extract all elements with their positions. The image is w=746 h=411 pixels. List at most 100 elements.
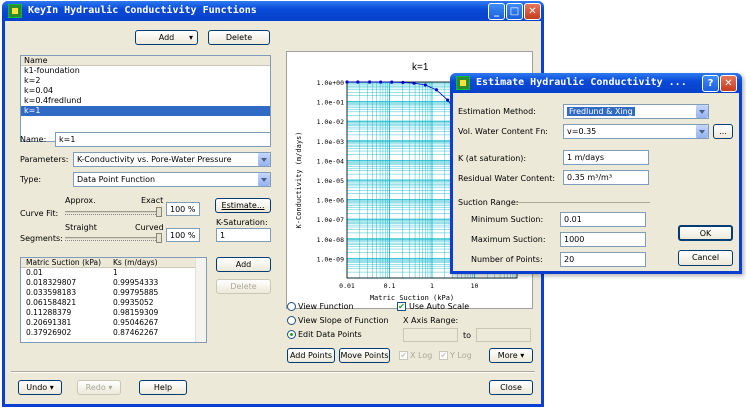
data-points-table[interactable]: Matric Suction (kPa) Ks (m/days) 0.01 1 0.…: [20, 257, 207, 343]
name-field[interactable]: k=1: [55, 132, 271, 147]
cell-suction[interactable]: 0.033598183: [26, 288, 76, 298]
undo-button[interactable]: Undo ▾: [18, 380, 62, 395]
data-point[interactable]: [423, 83, 427, 87]
delete-point-button[interactable]: Delete: [216, 279, 271, 294]
curve-fit-thumb[interactable]: [156, 207, 162, 217]
list-item[interactable]: k=1: [21, 106, 270, 116]
cell-ks[interactable]: 0.99795885: [113, 288, 158, 298]
cell-ks[interactable]: 0.87462267: [113, 328, 158, 338]
cell-suction[interactable]: 0.061584821: [26, 298, 76, 308]
cell-ks[interactable]: 1: [113, 268, 118, 278]
residual-field[interactable]: 0.35 m³/m³: [563, 170, 649, 185]
segments-slider[interactable]: [65, 233, 162, 243]
cell-suction[interactable]: 0.018329807: [26, 278, 76, 288]
x-log-checkbox[interactable]: ✔: [399, 351, 408, 360]
type-select[interactable]: Data Point Function: [73, 172, 271, 187]
dialog-icon: [456, 76, 470, 90]
list-item[interactable]: k=0.4fredlund: [21, 96, 270, 106]
chevron-down-icon[interactable]: [695, 105, 708, 118]
vwc-select[interactable]: v=0.35: [563, 124, 709, 139]
delete-function-button[interactable]: Delete: [208, 30, 270, 45]
cell-ks[interactable]: 0.9935052: [113, 298, 154, 308]
chevron-down-icon[interactable]: [257, 153, 270, 166]
chevron-down-icon[interactable]: [257, 173, 270, 186]
cell-suction[interactable]: 0.11288379: [26, 308, 71, 318]
cell-suction[interactable]: 0.01: [26, 268, 43, 278]
close-window-button[interactable]: ✕: [524, 3, 541, 20]
add-function-button[interactable]: Add ▾: [135, 30, 198, 45]
ok-button[interactable]: OK: [678, 225, 733, 241]
auto-scale-checkbox[interactable]: ✔: [397, 302, 406, 311]
cell-suction[interactable]: 0.20691381: [26, 318, 71, 328]
add-points-button[interactable]: Add Points: [287, 348, 335, 363]
table-row[interactable]: 0.37926902 0.87462267: [21, 328, 206, 338]
edit-points-radio[interactable]: [287, 330, 296, 339]
chevron-down-icon: ▾: [49, 383, 54, 392]
table-row[interactable]: 0.061584821 0.9935052: [21, 298, 206, 308]
maximize-button[interactable]: □: [506, 3, 523, 20]
table-scrollbar[interactable]: [195, 258, 206, 342]
chevron-down-icon[interactable]: [695, 125, 708, 138]
data-point[interactable]: [401, 80, 405, 85]
y-tick-label: 1.0e-08: [317, 236, 344, 244]
cell-suction[interactable]: 0.37926902: [26, 328, 71, 338]
more-button[interactable]: More ▾: [489, 348, 533, 363]
num-points-field[interactable]: 20: [560, 252, 646, 267]
x-range-max-field[interactable]: [476, 328, 531, 342]
segments-percent[interactable]: 100 %: [166, 228, 200, 242]
table-row[interactable]: 0.20691381 0.95046267: [21, 318, 206, 328]
table-row[interactable]: 0.033598183 0.99795885: [21, 288, 206, 298]
cell-ks[interactable]: 0.99954333: [113, 278, 158, 288]
title-bar[interactable]: KeyIn Hydraulic Conductivity Functions _…: [2, 1, 544, 21]
functions-list[interactable]: Name k1-foundation k=2 k=0.04 k=0.4fredlund…: [20, 55, 271, 142]
y-tick-label: 1.0e+00: [317, 79, 344, 87]
table-row[interactable]: 0.018329807 0.99954333: [21, 278, 206, 288]
data-point[interactable]: [434, 88, 439, 92]
list-item[interactable]: k=0.04: [21, 86, 270, 96]
data-point[interactable]: [390, 80, 394, 84]
dialog-close-button[interactable]: ✕: [720, 75, 737, 92]
k-sat-field[interactable]: 1 m/days: [563, 150, 649, 165]
data-point[interactable]: [412, 81, 416, 85]
help-button[interactable]: Help: [139, 380, 187, 395]
table-body: 0.01 1 0.018329807 0.99954333 0.033598183 0.9…: [21, 268, 206, 338]
data-point[interactable]: [446, 98, 450, 102]
x-range-min-field[interactable]: [403, 328, 458, 342]
data-point[interactable]: [367, 80, 372, 84]
cell-ks[interactable]: 0.98159309: [113, 308, 158, 318]
curve-fit-track: [65, 211, 162, 213]
min-suction-field[interactable]: 0.01: [560, 212, 646, 227]
view-function-radio[interactable]: [287, 302, 296, 311]
method-select[interactable]: Fredlund & Xing: [563, 104, 709, 119]
add-point-button[interactable]: Add: [216, 257, 271, 272]
dialog-help-button[interactable]: ?: [702, 75, 719, 92]
list-item[interactable]: k1-foundation: [21, 66, 270, 76]
dialog-title-bar[interactable]: Estimate Hydraulic Conductivity ... ? ✕: [450, 73, 742, 93]
max-suction-field[interactable]: 1000: [560, 232, 646, 247]
window-title: KeyIn Hydraulic Conductivity Functions: [28, 5, 257, 16]
estimate-button[interactable]: Estimate...: [215, 198, 271, 213]
table-row[interactable]: 0.11288379 0.98159309: [21, 308, 206, 318]
suction-range-divider: [515, 202, 650, 203]
cancel-button[interactable]: Cancel: [678, 250, 733, 266]
parameters-select[interactable]: K-Conductivity vs. Pore-Water Pressure: [73, 152, 271, 167]
minimize-button[interactable]: _: [488, 3, 505, 20]
vwc-browse-button[interactable]: ...: [713, 124, 733, 139]
table-row[interactable]: 0.01 1: [21, 268, 206, 278]
y-tick-label: 1.0e-01: [317, 99, 344, 107]
close-button[interactable]: Close: [489, 380, 533, 395]
curve-fit-slider[interactable]: [65, 207, 162, 217]
redo-label: Redo: [85, 383, 106, 392]
data-point[interactable]: [356, 80, 360, 84]
cell-ks[interactable]: 0.95046267: [113, 318, 158, 328]
redo-button[interactable]: Redo ▾: [77, 380, 121, 395]
data-point[interactable]: [345, 80, 349, 84]
data-point[interactable]: [379, 80, 383, 84]
k-saturation-field[interactable]: 1: [216, 228, 271, 242]
curve-fit-percent[interactable]: 100 %: [166, 202, 200, 216]
list-item[interactable]: k=2: [21, 76, 270, 86]
move-points-button[interactable]: Move Points: [339, 348, 390, 363]
view-slope-radio[interactable]: [287, 316, 296, 325]
y-log-checkbox[interactable]: ✔: [439, 351, 448, 360]
segments-thumb[interactable]: [156, 233, 162, 243]
